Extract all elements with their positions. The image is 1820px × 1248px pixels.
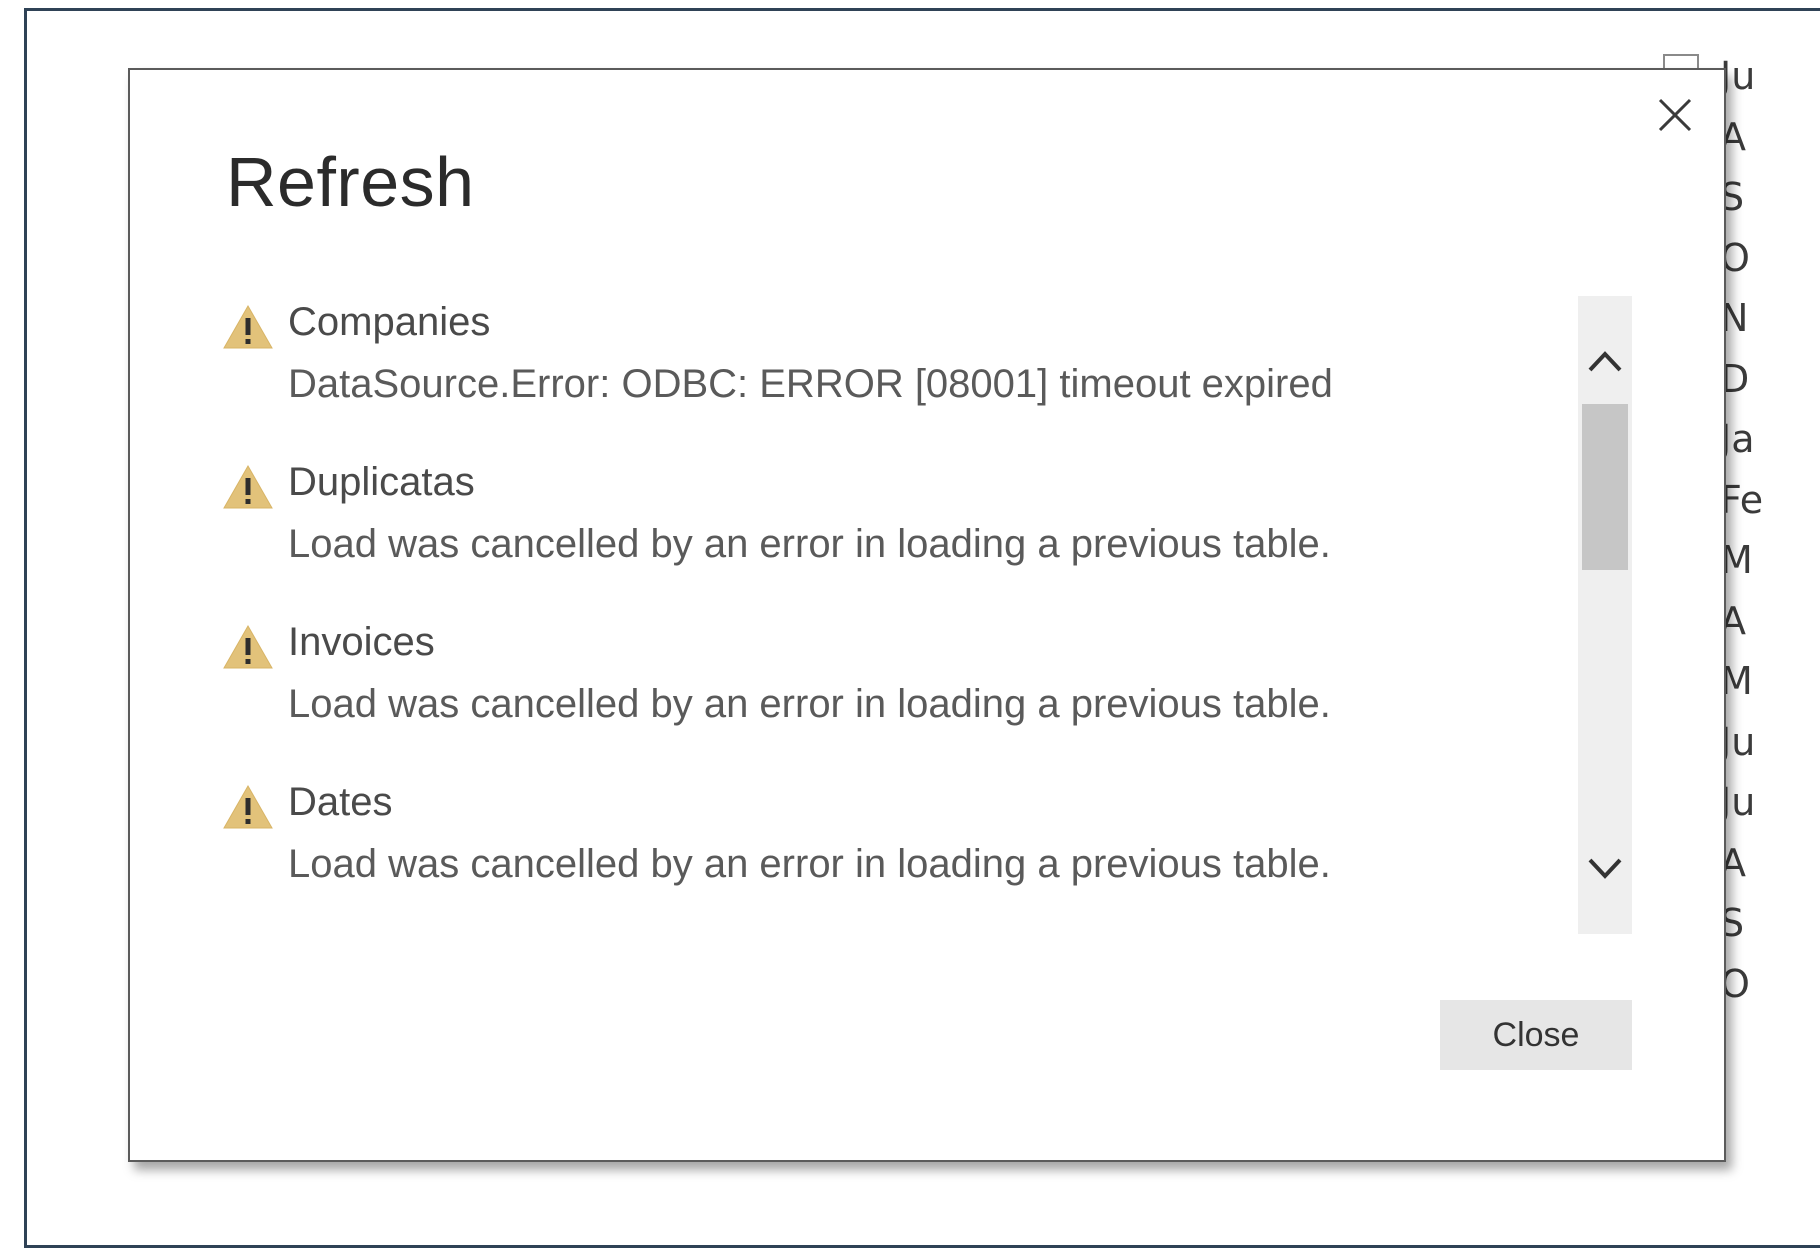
- error-table-name: Duplicatas: [288, 460, 475, 504]
- month-item[interactable]: O: [1720, 954, 1820, 1015]
- error-message: Load was cancelled by an error in loadin…: [288, 522, 1331, 566]
- error-item: Companies DataSource.Error: ODBC: ERROR …: [222, 300, 1492, 460]
- month-item[interactable]: S: [1720, 167, 1820, 228]
- scroll-down-chevron-icon[interactable]: [1578, 844, 1632, 894]
- error-table-name: Companies: [288, 300, 491, 344]
- month-item[interactable]: M: [1720, 651, 1820, 712]
- warning-icon: [222, 624, 274, 670]
- month-item[interactable]: Fe: [1720, 470, 1820, 531]
- month-item[interactable]: Ju: [1720, 46, 1820, 107]
- background-month-list: Ju A S O N D Ja Fe M A M Ju Ju A S O: [1720, 46, 1820, 1014]
- month-item[interactable]: O: [1720, 228, 1820, 289]
- warning-icon: [222, 304, 274, 350]
- scroll-up-chevron-icon[interactable]: [1578, 336, 1632, 386]
- error-message: Load was cancelled by an error in loadin…: [288, 842, 1331, 886]
- month-item[interactable]: N: [1720, 288, 1820, 349]
- error-table-name: Dates: [288, 780, 393, 824]
- month-item[interactable]: D: [1720, 349, 1820, 410]
- dialog-title: Refresh: [226, 143, 475, 221]
- error-item: Duplicatas Load was cancelled by an erro…: [222, 460, 1492, 620]
- scrollbar-thumb[interactable]: [1582, 404, 1628, 570]
- month-item[interactable]: M: [1720, 530, 1820, 591]
- vertical-scrollbar[interactable]: [1578, 296, 1632, 934]
- month-item[interactable]: A: [1720, 591, 1820, 652]
- error-message: Load was cancelled by an error in loadin…: [288, 682, 1331, 726]
- month-item[interactable]: Ja: [1720, 409, 1820, 470]
- error-list: Companies DataSource.Error: ODBC: ERROR …: [222, 300, 1492, 940]
- close-button[interactable]: Close: [1440, 1000, 1632, 1070]
- refresh-dialog: Refresh Companies DataSource.Error: ODBC…: [128, 68, 1726, 1162]
- month-item[interactable]: S: [1720, 893, 1820, 954]
- month-item[interactable]: Ju: [1720, 772, 1820, 833]
- error-item: Invoices Load was cancelled by an error …: [222, 620, 1492, 780]
- error-table-name: Invoices: [288, 620, 435, 664]
- error-item: Dates Load was cancelled by an error in …: [222, 780, 1492, 940]
- warning-icon: [222, 464, 274, 510]
- month-item[interactable]: A: [1720, 833, 1820, 894]
- month-item[interactable]: A: [1720, 107, 1820, 168]
- background-cut-off-text: ‥ ‥ ‥ ‥ ‥ ‥ ‥ ‥: [340, 26, 940, 48]
- error-message: DataSource.Error: ODBC: ERROR [08001] ti…: [288, 362, 1333, 406]
- close-icon[interactable]: [1652, 92, 1698, 138]
- warning-icon: [222, 784, 274, 830]
- month-item[interactable]: Ju: [1720, 712, 1820, 773]
